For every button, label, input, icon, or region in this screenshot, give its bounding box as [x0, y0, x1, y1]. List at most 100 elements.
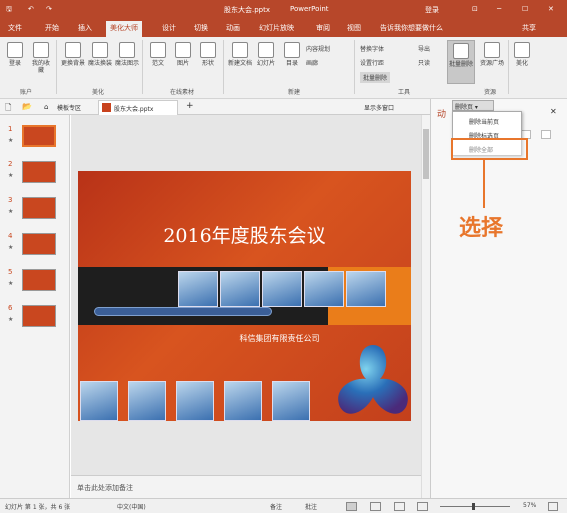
- add-tab-button[interactable]: +: [186, 101, 194, 111]
- tab-view[interactable]: 视图: [347, 23, 361, 33]
- slide-thumbnail[interactable]: [22, 161, 56, 183]
- template-zone-tab[interactable]: 模板专区: [57, 103, 81, 112]
- save-icon[interactable]: 🖫: [6, 5, 12, 16]
- tab-review[interactable]: 审阅: [316, 23, 330, 33]
- thumb-number: 3: [8, 196, 13, 204]
- share-button[interactable]: 共享: [522, 23, 536, 33]
- undo-icon[interactable]: ↶: [28, 5, 34, 13]
- group-resources-label: 资源: [484, 89, 497, 96]
- batch-delete-button[interactable]: 批量删除: [447, 40, 475, 84]
- sorter-view-icon[interactable]: [370, 502, 381, 511]
- slide-thumbnail[interactable]: [22, 233, 56, 255]
- slide-canvas[interactable]: 2016年度股东会议 科信集团有限责任公司: [78, 171, 411, 421]
- new-doc-icon: [232, 42, 248, 58]
- toc-button[interactable]: 目录: [281, 42, 303, 67]
- resource-square-button[interactable]: 资源广场: [479, 42, 505, 67]
- vertical-scrollbar[interactable]: [421, 115, 430, 498]
- tell-me-search[interactable]: 告诉我你想要做什么: [380, 23, 443, 33]
- minimize-button[interactable]: ─: [497, 5, 501, 13]
- new-slide-button[interactable]: 幻灯片: [254, 42, 278, 67]
- new-file-icon[interactable]: 🗋: [5, 102, 11, 116]
- replace-font-button[interactable]: 替换字体: [360, 44, 384, 53]
- slide-photo: [176, 381, 214, 421]
- slide-photo: [80, 381, 118, 421]
- tab-animations[interactable]: 动画: [226, 23, 240, 33]
- login-button[interactable]: 登录: [4, 42, 26, 67]
- notes-pane[interactable]: 单击此处添加备注: [71, 475, 421, 498]
- home-icon[interactable]: ⌂: [44, 103, 48, 111]
- login-link[interactable]: 登录: [425, 5, 439, 15]
- image-icon: [175, 42, 191, 58]
- zoom-level[interactable]: 57%: [523, 502, 536, 509]
- template-button[interactable]: 范文: [147, 42, 169, 67]
- content-plan-button[interactable]: 内容规划: [306, 44, 330, 53]
- slide-counter: 幻灯片 第 1 张，共 6 张: [5, 504, 71, 511]
- slide-photo: [346, 271, 386, 307]
- document-title: 股东大会.pptx: [224, 6, 270, 14]
- pane-close-icon[interactable]: ✕: [550, 107, 557, 116]
- group-beautify-label: 美化: [92, 89, 105, 96]
- new-document-button[interactable]: 新建文档: [228, 42, 252, 67]
- tab-file[interactable]: 文件: [8, 23, 22, 33]
- notes-toggle[interactable]: 备注: [270, 502, 282, 511]
- thumb-number: 4: [8, 232, 13, 240]
- slide-thumbnail[interactable]: [22, 269, 56, 291]
- change-background-button[interactable]: 更换背景: [61, 42, 85, 67]
- document-icon: [150, 42, 166, 58]
- current-file-tab[interactable]: 股东大会.pptx: [98, 100, 178, 115]
- show-multi-window-button[interactable]: 显示多窗口: [364, 103, 394, 112]
- normal-view-icon[interactable]: [346, 502, 357, 511]
- tab-beautify-master[interactable]: 美化大师: [106, 21, 142, 37]
- my-collection-button[interactable]: 我的收藏: [30, 42, 52, 74]
- reading-view-icon[interactable]: [394, 502, 405, 511]
- zoom-slider[interactable]: [440, 506, 510, 507]
- zoom-slider-thumb[interactable]: [472, 503, 475, 510]
- callout-label: 选择: [459, 216, 504, 241]
- slide-photo: [304, 271, 344, 307]
- slide-thumbnail[interactable]: [22, 305, 56, 327]
- ribbon-display-icon[interactable]: ⊡: [472, 5, 478, 13]
- batch-delete-small-button[interactable]: 批量删除: [360, 72, 391, 83]
- shape-button[interactable]: 形状: [197, 42, 219, 67]
- group-separator: [142, 40, 143, 94]
- file-tab-bar: 🗋 📂 ⌂ 模板专区 股东大会.pptx + 显示多窗口: [0, 99, 430, 115]
- gallery-button[interactable]: 画廊: [306, 58, 318, 67]
- delete-page-dropdown-button[interactable]: 删除页 ▾: [452, 100, 494, 111]
- group-separator: [56, 40, 57, 94]
- close-button[interactable]: ✕: [548, 5, 554, 13]
- move-down-icon[interactable]: [541, 130, 551, 139]
- thumb-number: 5: [8, 268, 13, 276]
- comments-toggle[interactable]: 批注: [305, 502, 317, 511]
- open-folder-icon[interactable]: 📂: [22, 102, 32, 111]
- slide-photo: [220, 271, 260, 307]
- slide-3d-logo: [338, 345, 408, 414]
- delete-all-highlight: [451, 138, 528, 160]
- slideshow-icon[interactable]: [417, 502, 428, 511]
- magic-diagram-button[interactable]: 魔法图示: [115, 42, 139, 67]
- thumb-number: 2: [8, 160, 13, 168]
- slide-editing-area: 2016年度股东会议 科信集团有限责任公司: [71, 115, 421, 475]
- slide-thumbnail[interactable]: [22, 197, 56, 219]
- menu-item-delete-current[interactable]: 删除当前页: [469, 117, 499, 126]
- read-only-button[interactable]: 只读: [418, 58, 430, 67]
- maximize-button[interactable]: ☐: [522, 5, 528, 13]
- fit-window-icon[interactable]: [548, 502, 558, 511]
- scroll-thumb[interactable]: [423, 129, 429, 179]
- slide-thumbnail[interactable]: [22, 125, 56, 147]
- tab-home[interactable]: 开始: [45, 23, 59, 33]
- beautify-button[interactable]: 美化: [512, 42, 532, 67]
- thumb-number: 6: [8, 304, 13, 312]
- line-spacing-button[interactable]: 设置行距: [360, 58, 384, 67]
- slide-title[interactable]: 2016年度股东会议: [78, 221, 411, 248]
- slide-thumbnail-pane: 1 ★ 2 ★ 3 ★ 4 ★ 5 ★ 6 ★: [0, 115, 70, 498]
- tab-slideshow[interactable]: 幻灯片放映: [259, 23, 294, 33]
- redo-icon[interactable]: ↷: [46, 5, 52, 13]
- magic-replace-button[interactable]: 魔法换装: [88, 42, 112, 67]
- export-button[interactable]: 导出: [418, 44, 430, 53]
- tab-design[interactable]: 设计: [162, 23, 176, 33]
- picture-button[interactable]: 图片: [172, 42, 194, 67]
- language-indicator[interactable]: 中文(中国): [117, 502, 146, 511]
- folder-icon: [33, 42, 49, 58]
- tab-transitions[interactable]: 切换: [194, 23, 208, 33]
- tab-insert[interactable]: 插入: [78, 23, 92, 33]
